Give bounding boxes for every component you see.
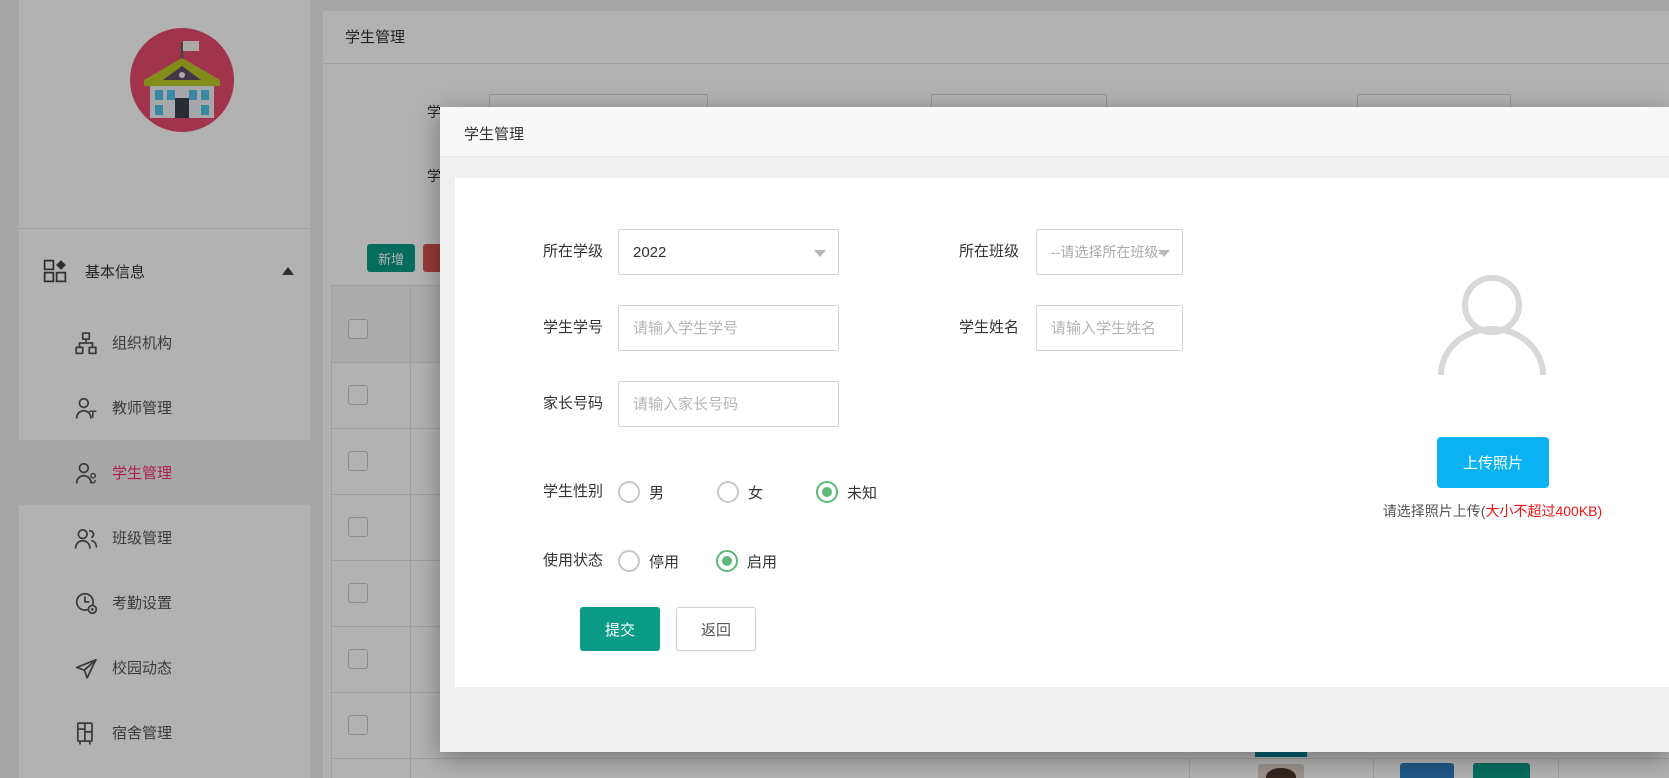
form-row-number-name: 学生学号 学生姓名 xyxy=(463,305,1183,351)
student-number-label: 学生学号 xyxy=(463,305,603,351)
student-name-label: 学生姓名 xyxy=(879,305,1019,351)
form-row-status: 使用状态 停用 启用 xyxy=(463,538,777,584)
status-radio-enabled[interactable]: 启用 xyxy=(716,550,777,572)
gender-radio-female[interactable]: 女 xyxy=(717,481,763,503)
avatar-placeholder-icon xyxy=(1437,267,1547,377)
class-label: 所在班级 xyxy=(879,229,1019,275)
upload-hint-prefix: 请选择照片上传( xyxy=(1383,503,1486,519)
upload-photo-button[interactable]: 上传照片 xyxy=(1437,437,1549,488)
gender-radio-unknown[interactable]: 未知 xyxy=(816,481,877,503)
form-row-grade-class: 所在学级 2022 所在班级 --请选择所在班级-- xyxy=(463,229,1183,275)
chevron-down-icon xyxy=(1158,250,1170,257)
radio-circle-icon xyxy=(618,550,640,572)
form-row-parent-phone: 家长号码 xyxy=(463,381,839,427)
parent-phone-input[interactable] xyxy=(618,381,839,427)
status-label: 使用状态 xyxy=(463,538,603,584)
status-radio-disabled[interactable]: 停用 xyxy=(618,550,679,572)
upload-hint-warning: 大小不超过400KB) xyxy=(1485,503,1602,519)
radio-circle-icon xyxy=(716,550,738,572)
radio-circle-icon xyxy=(618,481,640,503)
chevron-down-icon xyxy=(814,250,826,257)
grade-select-value: 2022 xyxy=(633,244,666,261)
grade-select[interactable]: 2022 xyxy=(618,229,839,275)
app-root: 基本信息 组织机构 教师管理 学生管理 xyxy=(0,0,1669,778)
student-edit-modal: 学生管理 所在学级 2022 所在班级 --请选择所在班级-- 学生学号 学生姓… xyxy=(440,107,1669,752)
back-button[interactable]: 返回 xyxy=(676,607,756,651)
upload-hint: 请选择照片上传(大小不超过400KB) xyxy=(1320,501,1665,521)
gender-label: 学生性别 xyxy=(463,469,603,515)
student-name-input[interactable] xyxy=(1036,305,1183,351)
modal-title: 学生管理 xyxy=(464,123,524,144)
student-number-input[interactable] xyxy=(618,305,839,351)
parent-phone-label: 家长号码 xyxy=(463,381,603,427)
radio-circle-icon xyxy=(816,481,838,503)
grade-label: 所在学级 xyxy=(463,229,603,275)
radio-circle-icon xyxy=(717,481,739,503)
class-select-placeholder: --请选择所在班级-- xyxy=(1051,242,1168,262)
modal-header xyxy=(440,107,1669,157)
class-select[interactable]: --请选择所在班级-- xyxy=(1036,229,1183,275)
form-row-gender: 学生性别 男 女 未知 xyxy=(463,469,877,515)
submit-button[interactable]: 提交 xyxy=(580,607,660,651)
gender-radio-male[interactable]: 男 xyxy=(618,481,664,503)
